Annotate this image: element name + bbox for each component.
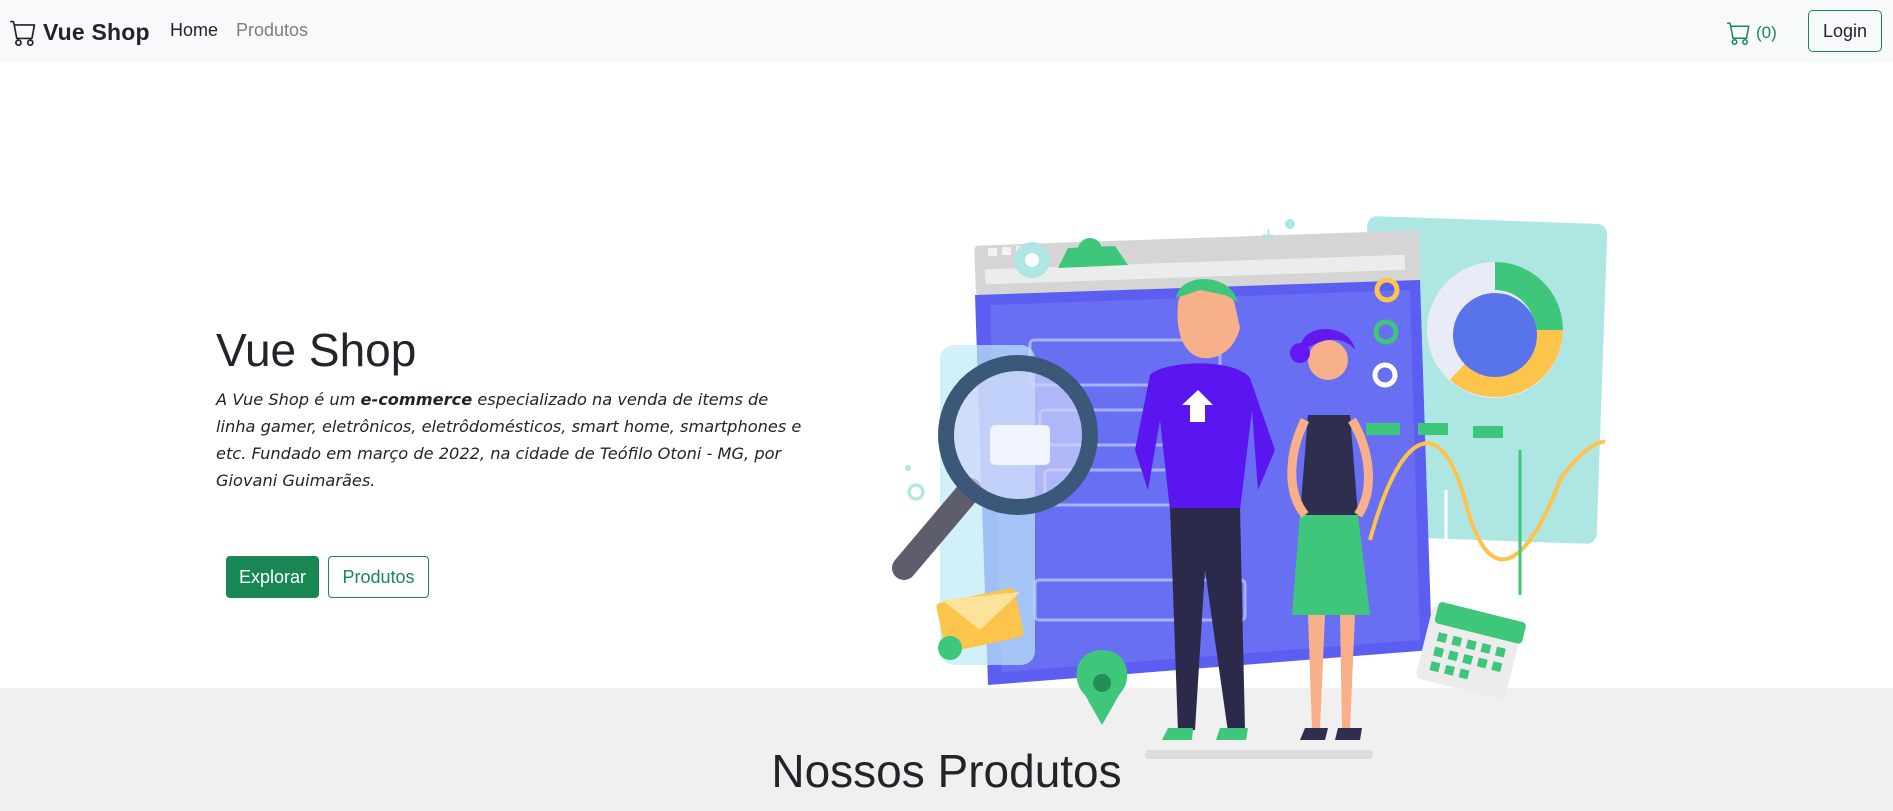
hero-title: Vue Shop <box>216 324 417 376</box>
explorar-button[interactable]: Explorar <box>226 556 319 598</box>
cart-link[interactable]: (0) <box>1727 20 1777 46</box>
cart-count: (0) <box>1756 23 1777 42</box>
cart-icon <box>1727 22 1750 45</box>
hero-description: A Vue Shop é um e-commerce especializado… <box>216 386 806 494</box>
nav-link-home[interactable]: Home <box>170 20 218 41</box>
nav-link-produtos[interactable]: Produtos <box>236 20 308 41</box>
brand-name: Vue Shop <box>43 18 150 45</box>
brand-link[interactable]: Vue Shop <box>10 16 150 48</box>
navbar: Vue Shop Home Produtos (0) Login <box>0 0 1893 63</box>
svg-text:+: + <box>1260 223 1277 247</box>
hero-desc-text-1: A Vue Shop é um <box>216 390 361 409</box>
cart-icon <box>10 20 36 46</box>
hero-illustration: + <box>892 216 1608 759</box>
login-button[interactable]: Login <box>1808 10 1882 52</box>
hero-desc-bold: e-commerce <box>360 390 473 409</box>
produtos-button[interactable]: Produtos <box>328 556 429 598</box>
